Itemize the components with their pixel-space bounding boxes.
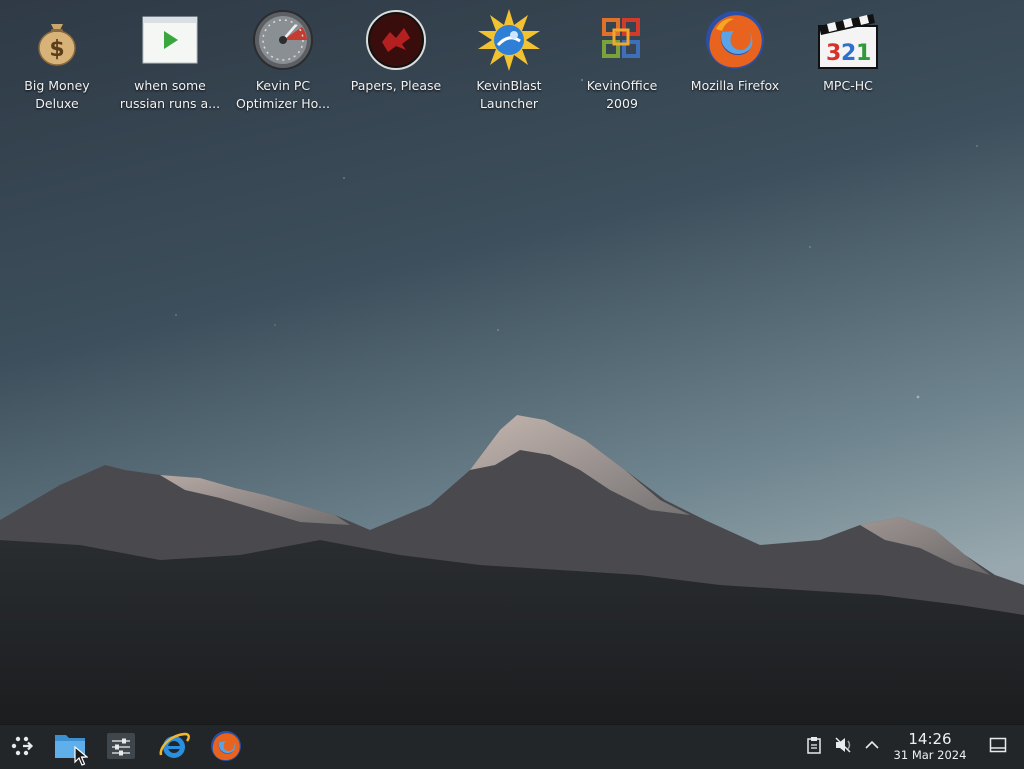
desktop-icon-mpc-hc[interactable]: 3 2 1 MPC-HC (793, 6, 903, 118)
taskbar-internet-explorer[interactable] (152, 726, 196, 766)
desktop-icon-russian-video[interactable]: when some russian runs a... (115, 6, 225, 118)
desktop-icon-mozilla-firefox[interactable]: Mozilla Firefox (680, 6, 790, 118)
desktop-icon-label: MPC-HC (823, 78, 873, 93)
tray-expand-button[interactable] (861, 734, 883, 756)
desktop-icon-label: Mozilla Firefox (690, 78, 780, 93)
desktop-icon-label: Kevin PC Optimizer Ho... (236, 78, 330, 111)
taskbar-file-manager[interactable] (48, 726, 92, 766)
desktop-icon-kevinblast-launcher[interactable]: KevinBlast Launcher (454, 6, 564, 118)
desktop-icon-kevinoffice-2009[interactable]: KevinOffice 2009 (567, 6, 677, 118)
internet-explorer-icon (159, 732, 190, 758)
desktop-icon-label: KevinBlast Launcher (476, 78, 542, 111)
desktop-icon-big-money-deluxe[interactable]: $ Big Money Deluxe (2, 6, 112, 118)
taskbar-firefox[interactable] (204, 726, 248, 766)
clipboard-button[interactable] (803, 734, 825, 756)
svg-text:3: 3 (826, 41, 841, 66)
desktop-icon-papers-please[interactable]: Papers, Please (341, 6, 451, 118)
clipboard-icon (807, 737, 821, 754)
volume-muted-icon (835, 737, 851, 753)
app-launcher-icon (11, 736, 34, 756)
firefox-icon (701, 6, 769, 74)
video-file-icon (136, 6, 204, 74)
app-launcher-button[interactable] (0, 726, 44, 766)
papers-please-icon (362, 6, 430, 74)
desktop-icon-label: when some russian runs a... (119, 78, 221, 111)
clock-date: 31 Mar 2024 (893, 748, 967, 762)
taskbar-system-settings[interactable] (99, 726, 143, 766)
show-desktop-button[interactable] (987, 734, 1009, 756)
settings-sliders-icon (107, 733, 135, 759)
volume-button[interactable] (833, 734, 855, 756)
clock[interactable]: 14:26 31 Mar 2024 (886, 730, 974, 763)
clapperboard-icon: 3 2 1 (814, 6, 882, 74)
chevron-up-icon (865, 740, 879, 749)
office-icon (588, 6, 656, 74)
show-desktop-icon (989, 737, 1007, 753)
money-bag-icon: $ (23, 6, 91, 74)
clock-time: 14:26 (908, 730, 952, 748)
desktop-icon-label: Papers, Please (350, 78, 442, 93)
firefox-icon (211, 731, 241, 761)
mouse-pointer-icon (74, 746, 88, 766)
desktop-icon-kevin-pc-optimizer[interactable]: Kevin PC Optimizer Ho... (228, 6, 338, 118)
blast-launcher-icon (475, 6, 543, 74)
speedometer-icon (249, 6, 317, 74)
svg-text:$: $ (49, 37, 64, 62)
desktop-icon-label: Big Money Deluxe (24, 78, 90, 111)
desktop-icon-label: KevinOffice 2009 (586, 78, 658, 111)
svg-text:1: 1 (856, 41, 871, 66)
svg-text:2: 2 (841, 41, 856, 66)
